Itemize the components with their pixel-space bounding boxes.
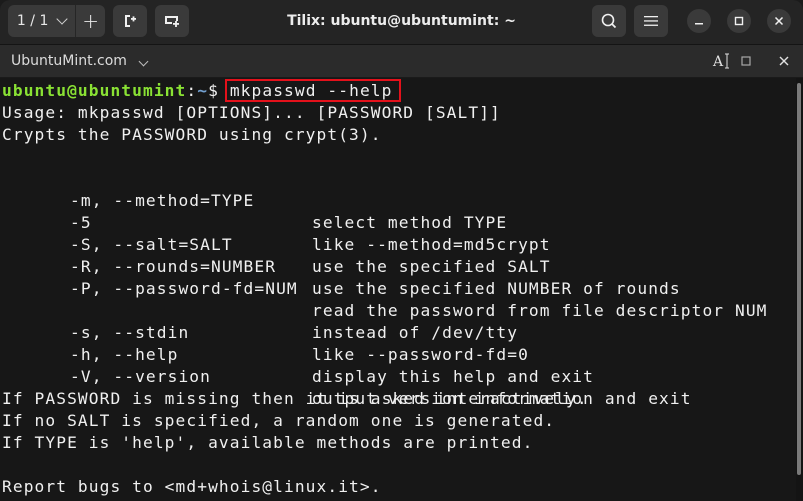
terminal-title-bar: UbuntuMint.com A	[0, 45, 803, 78]
prompt-path: ~	[197, 81, 209, 100]
option-row: -S, --salt=SALT use the specified SALT	[2, 212, 792, 276]
svg-text:A: A	[712, 54, 724, 70]
close-button[interactable]	[767, 9, 791, 33]
option-row: instead of /dev/tty	[2, 278, 792, 342]
terminal-output[interactable]: ubuntu@ubuntumint:~$ mkpasswd --help Usa…	[0, 78, 796, 501]
split-right-icon	[125, 15, 136, 27]
option-row: -V, --version output version information…	[2, 344, 792, 408]
option-row: -5 like --method=md5crypt	[2, 190, 792, 254]
minimize-button[interactable]	[687, 9, 711, 33]
session-label: 1 / 1	[16, 13, 49, 29]
main-menu-button[interactable]	[634, 5, 668, 37]
chevron-down-icon	[56, 12, 69, 25]
minimize-icon	[695, 23, 703, 25]
search-icon	[601, 13, 617, 29]
option-flag: -V, --version	[70, 367, 211, 386]
option-row: -h, --help display this help and exit	[2, 322, 792, 386]
header-bar: 1 / 1 + Tilix: ubuntu@ubuntumint: ~	[0, 0, 803, 45]
prompt-line: ubuntu@ubuntumint:~$ mkpasswd --help	[2, 80, 393, 102]
text-cursor-icon: A	[712, 53, 729, 70]
plus-icon: +	[82, 9, 100, 33]
add-session-button[interactable]: +	[76, 5, 105, 37]
search-button[interactable]	[592, 5, 626, 37]
maximize-button[interactable]	[727, 9, 751, 33]
add-terminal-down-button[interactable]	[155, 5, 189, 37]
chevron-down-icon	[138, 56, 149, 67]
window-title-text: Tilix: ubuntu@ubuntumint: ~	[287, 13, 516, 29]
maximize-terminal-button[interactable]	[741, 45, 751, 77]
square-icon	[741, 56, 751, 66]
option-desc: display this help and exit	[312, 367, 594, 386]
hamburger-menu-icon	[644, 16, 658, 26]
option-row: -R, --rounds=NUMBER use the specified NU…	[2, 234, 792, 298]
option-row: -m, --method=TYPE select method TYPE	[2, 168, 792, 232]
note-line: If PASSWORD is missing then it is asked …	[2, 389, 588, 408]
add-terminal-right-button[interactable]	[113, 5, 147, 37]
tilix-window: 1 / 1 + Tilix: ubuntu@ubuntumint: ~ Ubun…	[0, 0, 803, 501]
note-line: If TYPE is 'help', available methods are…	[2, 433, 534, 452]
prompt-colon: :	[186, 81, 198, 100]
command-text: mkpasswd --help	[229, 81, 393, 100]
close-terminal-button[interactable]	[779, 45, 789, 77]
option-row: -s, --stdin like --password-fd=0	[2, 300, 792, 364]
scrollbar-thumb[interactable]	[797, 83, 801, 475]
description-line: Crypts the PASSWORD using crypt(3).	[2, 125, 382, 144]
maximize-icon	[734, 16, 744, 26]
split-down-icon	[165, 16, 179, 27]
session-switcher: 1 / 1 +	[8, 5, 105, 37]
terminal-title-dropdown[interactable]: UbuntuMint.com	[11, 45, 149, 77]
prompt-user-host: ubuntu@ubuntumint	[2, 81, 187, 100]
prompt-dollar: $	[208, 81, 230, 100]
session-dropdown-button[interactable]: 1 / 1	[8, 5, 77, 37]
close-icon	[779, 56, 789, 66]
read-only-toggle[interactable]: A	[712, 45, 732, 77]
option-row: -P, --password-fd=NUM read the password …	[2, 256, 792, 320]
close-icon	[774, 16, 784, 26]
terminal-scrollbar[interactable]	[796, 78, 803, 501]
terminal-title-label: UbuntuMint.com	[11, 53, 127, 69]
note-line: If no SALT is specified, a random one is…	[2, 411, 556, 430]
usage-line: Usage: mkpasswd [OPTIONS]... [PASSWORD […	[2, 103, 501, 122]
report-bugs-line: Report bugs to <md+whois@linux.it>.	[2, 477, 382, 496]
